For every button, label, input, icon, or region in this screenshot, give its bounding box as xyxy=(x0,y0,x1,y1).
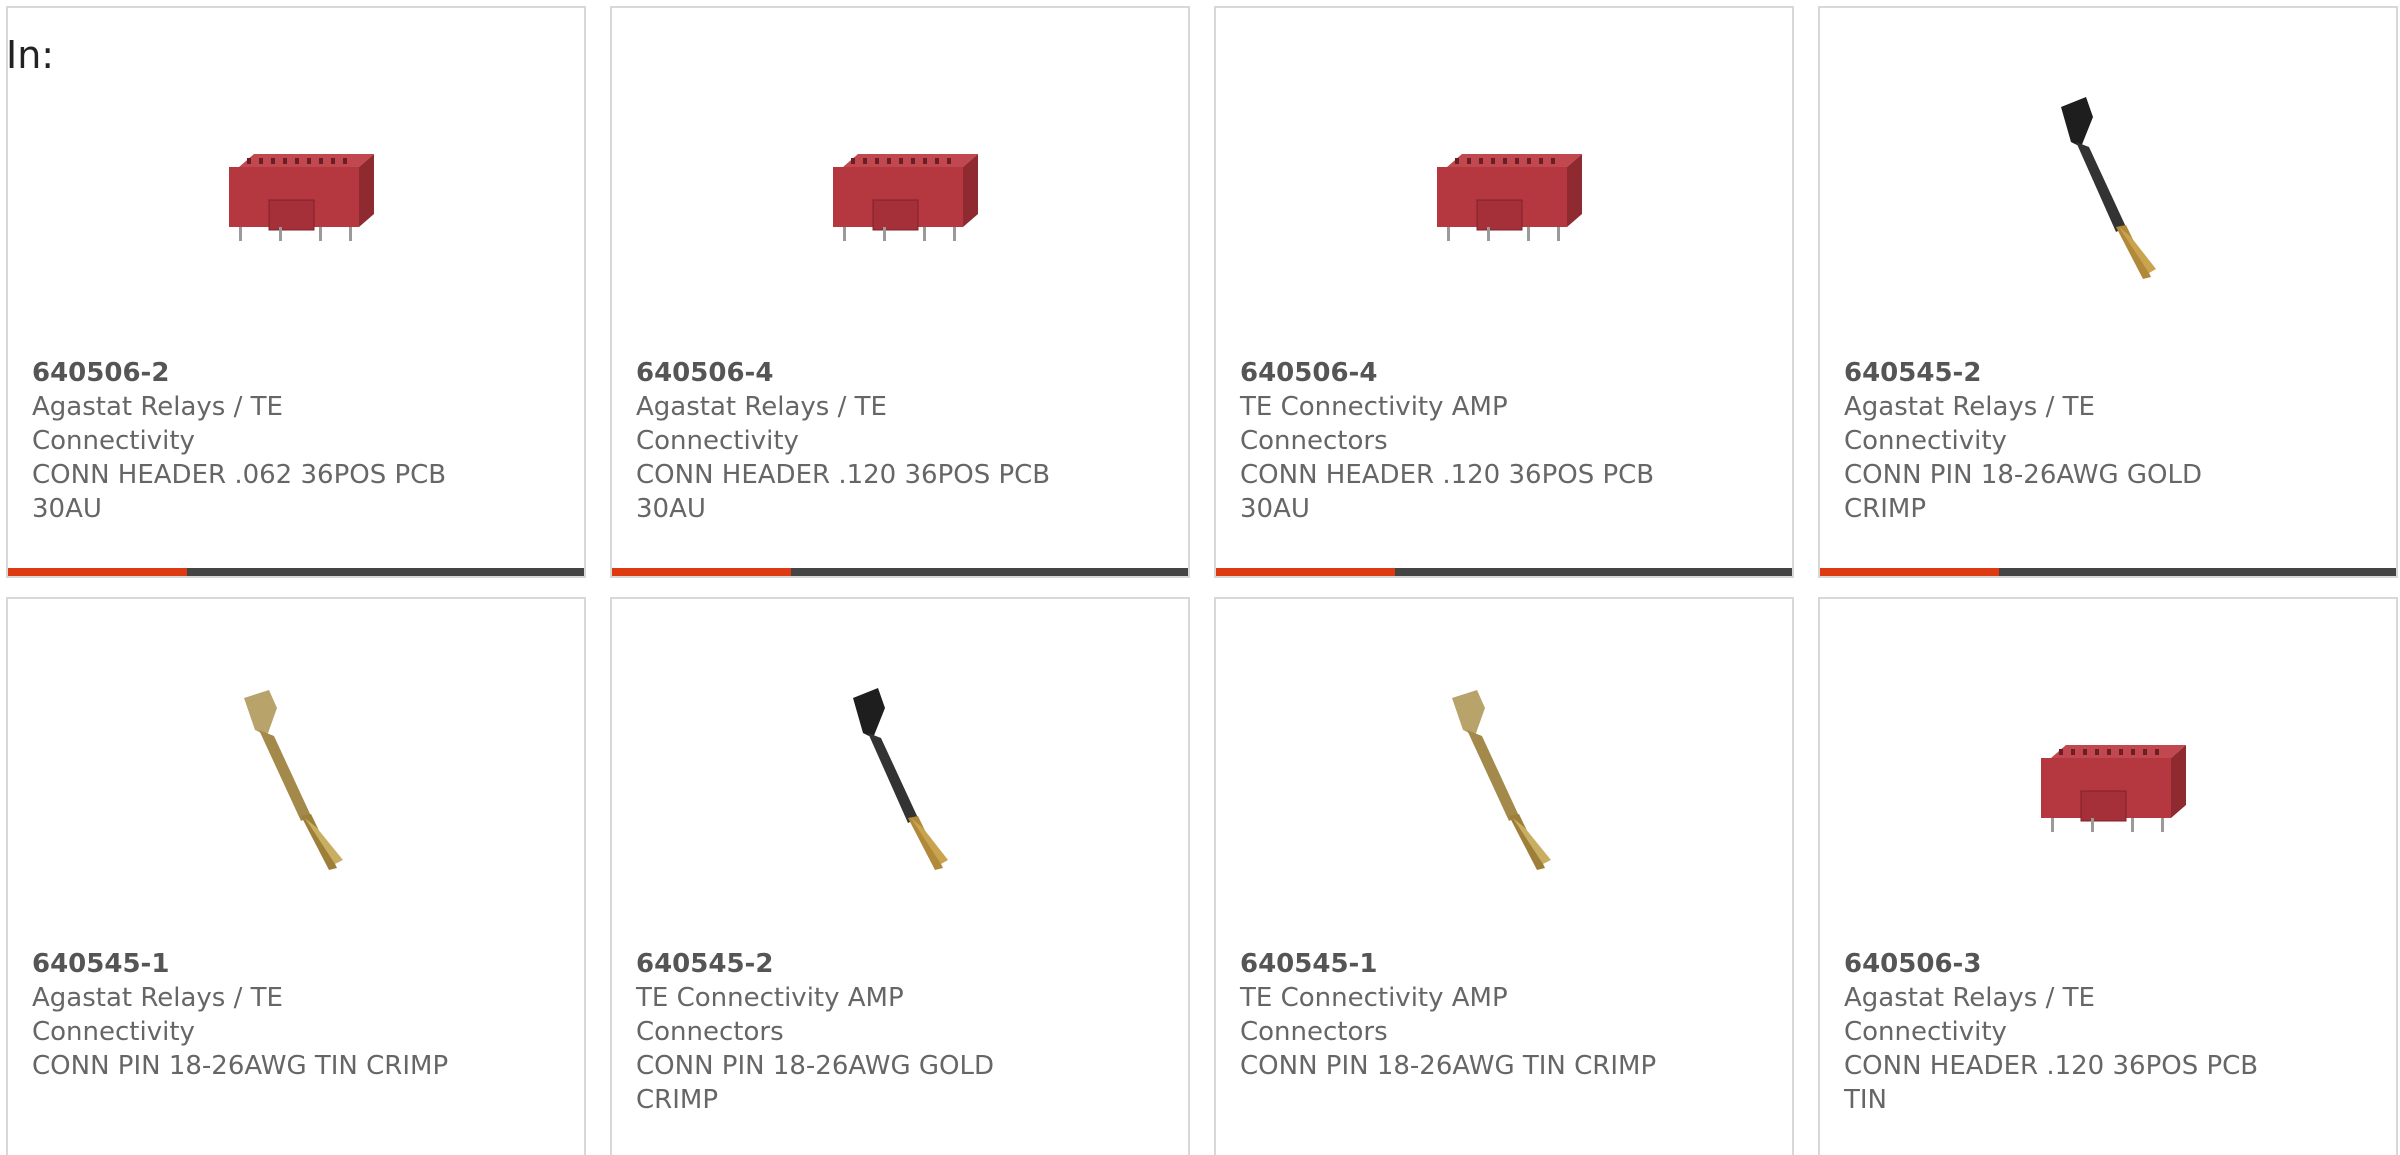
progress-fill xyxy=(8,568,187,576)
part-number[interactable]: 640506-3 xyxy=(1844,947,2264,981)
product-card[interactable]: 640506-3 Agastat Relays / TE Connectivit… xyxy=(1818,597,2398,1155)
filter-label: In: xyxy=(6,33,55,77)
part-number[interactable]: 640545-2 xyxy=(636,947,1056,981)
product-description: CONN HEADER .120 36POS PCB 30AU xyxy=(1240,460,1655,524)
product-description: CONN PIN 18-26AWG GOLD CRIMP xyxy=(636,1051,994,1115)
gold-crimp-pin-image xyxy=(1402,673,1602,883)
header-connector-image xyxy=(194,82,394,292)
manufacturer-name: TE Connectivity AMP Connectors xyxy=(1240,983,1508,1047)
progress-fill xyxy=(1820,568,1999,576)
progress-bar xyxy=(1820,568,2396,576)
product-description: CONN HEADER .062 36POS PCB 30AU xyxy=(32,460,447,524)
product-description: CONN PIN 18-26AWG GOLD CRIMP xyxy=(1844,460,2202,524)
gold-crimp-pin-image xyxy=(194,673,394,883)
part-number[interactable]: 640545-1 xyxy=(32,947,452,981)
part-number[interactable]: 640506-4 xyxy=(1240,356,1660,390)
manufacturer-name: Agastat Relays / TE Connectivity xyxy=(636,392,887,456)
product-description: CONN HEADER .120 36POS PCB TIN xyxy=(1844,1051,2259,1115)
progress-bar xyxy=(612,568,1188,576)
progress-fill xyxy=(1216,568,1395,576)
part-number[interactable]: 640545-2 xyxy=(1844,356,2264,390)
product-card[interactable]: 640545-1 TE Connectivity AMP Connectors … xyxy=(1214,597,1794,1155)
product-card[interactable]: 640545-2 Agastat Relays / TE Connectivit… xyxy=(1818,6,2398,578)
part-number[interactable]: 640545-1 xyxy=(1240,947,1660,981)
manufacturer-name: Agastat Relays / TE Connectivity xyxy=(32,983,283,1047)
black-crimp-pin-image xyxy=(2006,82,2206,292)
progress-fill xyxy=(612,568,791,576)
product-card[interactable]: 640545-2 TE Connectivity AMP Connectors … xyxy=(610,597,1190,1155)
manufacturer-name: Agastat Relays / TE Connectivity xyxy=(1844,392,2095,456)
product-description: CONN PIN 18-26AWG TIN CRIMP xyxy=(32,1051,449,1081)
product-card[interactable]: 640506-4 TE Connectivity AMP Connectors … xyxy=(1214,6,1794,578)
manufacturer-name: TE Connectivity AMP Connectors xyxy=(1240,392,1508,456)
header-connector-image xyxy=(1402,82,1602,292)
header-connector-image xyxy=(2006,673,2206,883)
manufacturer-name: Agastat Relays / TE Connectivity xyxy=(1844,983,2095,1047)
header-connector-image xyxy=(798,82,998,292)
part-number[interactable]: 640506-2 xyxy=(32,356,452,390)
product-card[interactable]: 640506-4 Agastat Relays / TE Connectivit… xyxy=(610,6,1190,578)
product-card[interactable]: 640545-1 Agastat Relays / TE Connectivit… xyxy=(6,597,586,1155)
product-grid-page: In: 640506-2 Agastat Relays / TE Connect… xyxy=(0,0,2400,1155)
part-number[interactable]: 640506-4 xyxy=(636,356,1056,390)
progress-bar xyxy=(1216,568,1792,576)
product-description: CONN HEADER .120 36POS PCB 30AU xyxy=(636,460,1051,524)
product-description: CONN PIN 18-26AWG TIN CRIMP xyxy=(1240,1051,1657,1081)
black-crimp-pin-image xyxy=(798,673,998,883)
manufacturer-name: Agastat Relays / TE Connectivity xyxy=(32,392,283,456)
manufacturer-name: TE Connectivity AMP Connectors xyxy=(636,983,904,1047)
product-card[interactable]: 640506-2 Agastat Relays / TE Connectivit… xyxy=(6,6,586,578)
progress-bar xyxy=(8,568,584,576)
